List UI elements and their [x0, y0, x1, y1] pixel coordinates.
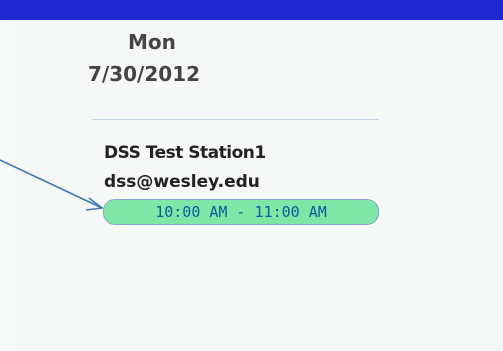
date-label: 7/30/2012: [88, 62, 201, 86]
top-bar: [0, 0, 503, 20]
station-name: DSS Test Station1: [104, 143, 266, 163]
day-name: Mon: [128, 30, 176, 54]
time-slot-button[interactable]: 10:00 AM - 11:00 AM: [103, 199, 379, 225]
station-email[interactable]: dss@wesley.edu: [104, 172, 260, 192]
divider: [92, 119, 379, 120]
